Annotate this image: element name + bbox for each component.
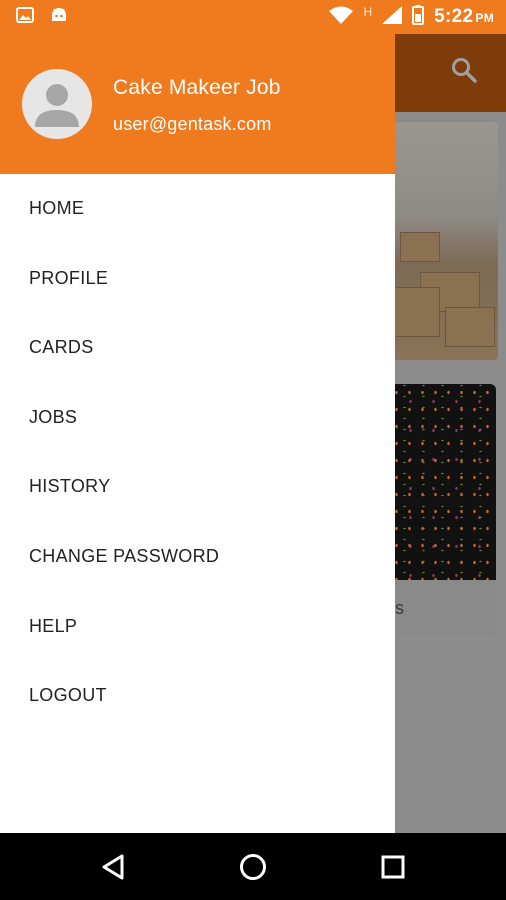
menu-item-jobs[interactable]: JOBS: [0, 383, 395, 453]
navigation-drawer: Cake Makeer Job user@gentask.com HOME PR…: [0, 34, 395, 833]
menu-item-history[interactable]: HISTORY: [0, 452, 395, 522]
menu-item-help[interactable]: HELP: [0, 592, 395, 662]
home-button[interactable]: [237, 851, 269, 883]
signal-icon: [382, 5, 403, 29]
background-card-image: [390, 384, 496, 580]
drawer-menu: HOME PROFILE CARDS JOBS HISTORY CHANGE P…: [0, 174, 395, 731]
background-card-boxes-image[interactable]: [390, 122, 498, 360]
back-button[interactable]: [97, 851, 129, 883]
status-bar: H 5:22 PM: [0, 0, 506, 34]
image-notification-icon: [16, 6, 34, 28]
background-card-dark-image[interactable]: ts: [390, 384, 496, 636]
time-ampm: PM: [475, 11, 494, 25]
back-icon: [102, 854, 124, 880]
search-icon[interactable]: [450, 56, 478, 89]
menu-item-profile[interactable]: PROFILE: [0, 244, 395, 314]
recents-icon: [381, 855, 405, 879]
network-type-label: H: [363, 5, 373, 19]
drawer-header: Cake Makeer Job user@gentask.com: [0, 34, 395, 174]
person-icon: [35, 84, 79, 127]
user-email: user@gentask.com: [113, 114, 272, 134]
time-value: 5:22: [434, 6, 474, 27]
menu-item-change-password[interactable]: CHANGE PASSWORD: [0, 522, 395, 592]
wifi-icon: [329, 6, 354, 29]
android-notification-icon: [50, 7, 68, 28]
avatar[interactable]: [22, 69, 92, 139]
home-circle-icon: [240, 854, 266, 880]
status-time: 5:22 PM: [434, 6, 494, 28]
battery-icon: [412, 4, 425, 30]
recents-button[interactable]: [377, 851, 409, 883]
menu-item-cards[interactable]: CARDS: [0, 313, 395, 383]
menu-item-home[interactable]: HOME: [0, 174, 395, 244]
user-name: Cake Makeer Job: [113, 76, 281, 99]
system-nav-bar: [0, 833, 506, 900]
menu-item-logout[interactable]: LOGOUT: [0, 661, 395, 731]
